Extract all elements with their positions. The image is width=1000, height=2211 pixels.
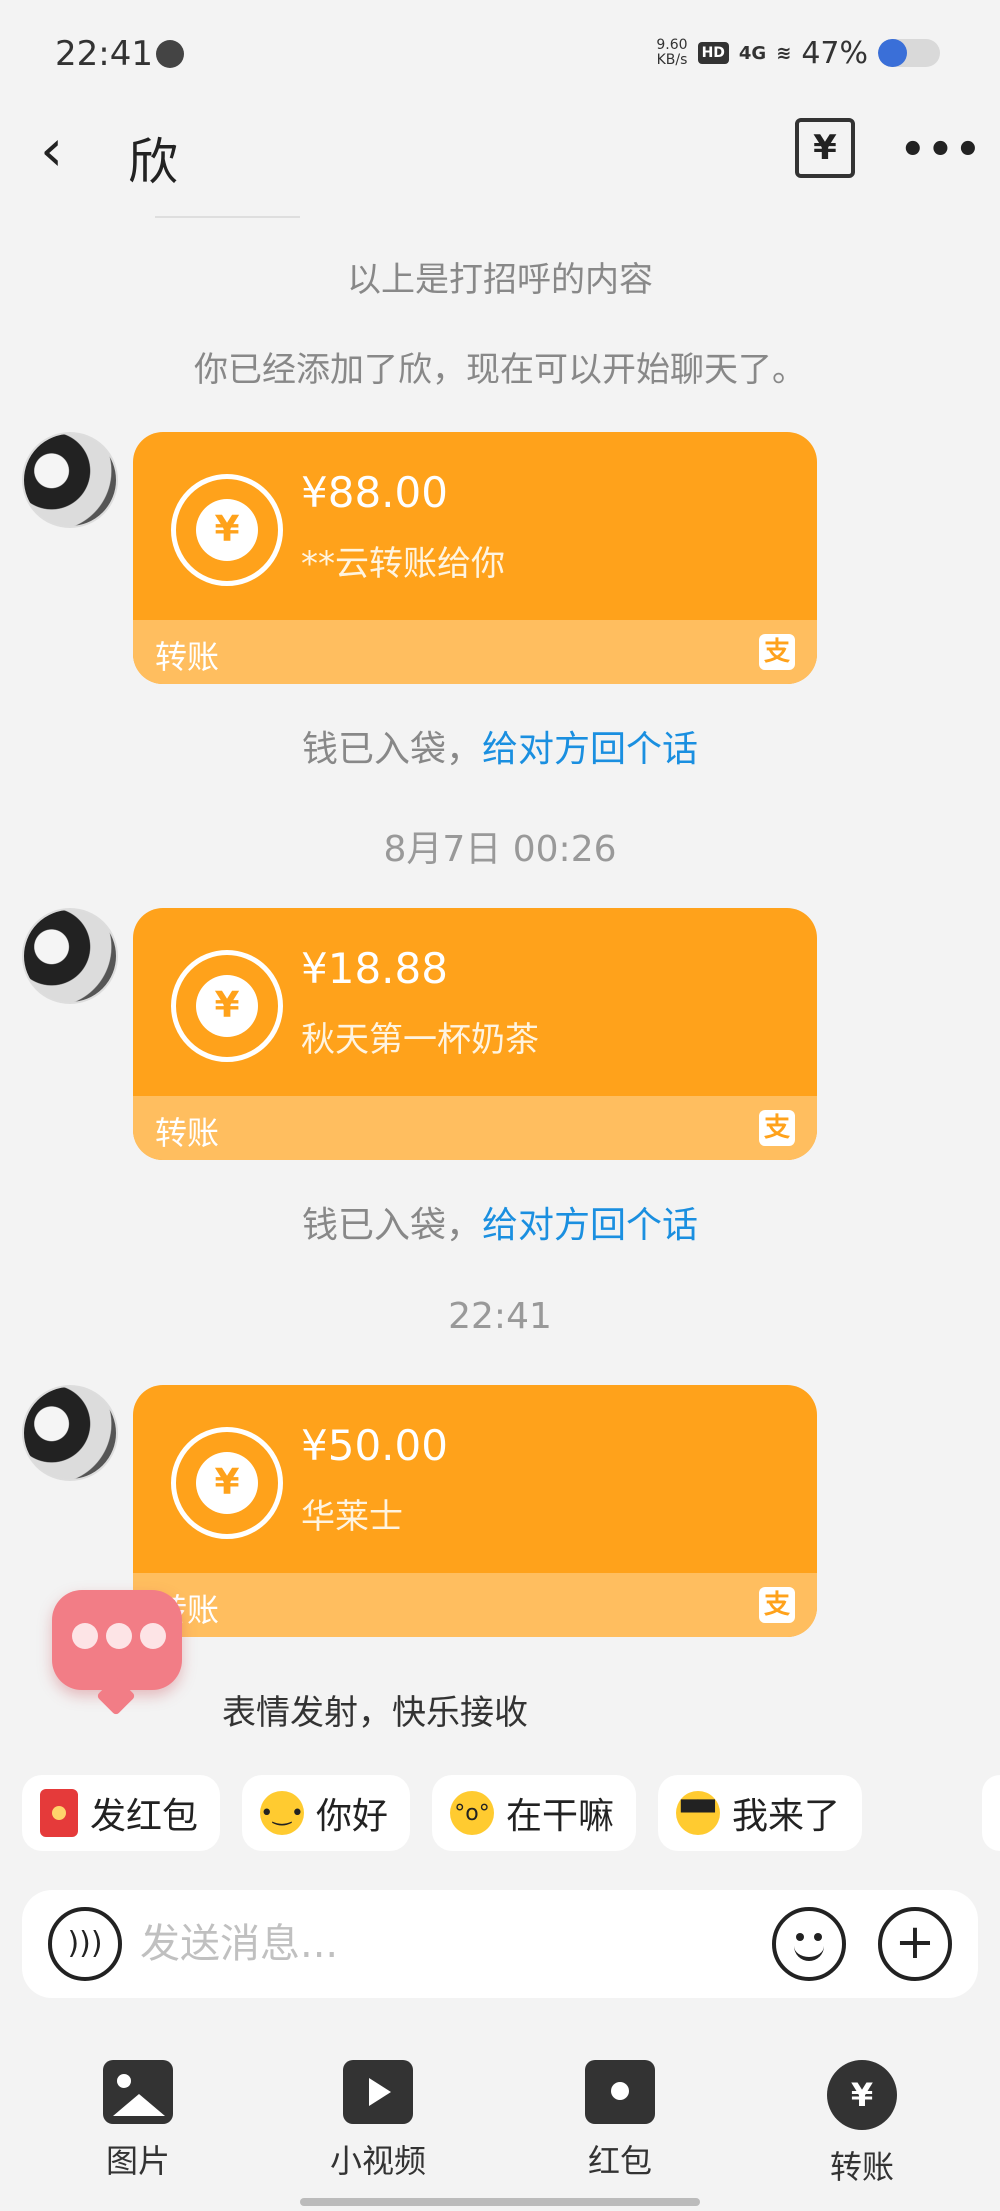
toolbar-transfer[interactable]: ¥ 转账: [792, 2060, 932, 2188]
toolbar-red-packet[interactable]: 红包: [550, 2060, 690, 2182]
more-button[interactable]: •••: [900, 120, 981, 180]
transfer-coin-icon: ¥: [171, 474, 283, 586]
added-note: 你已经添加了欣，现在可以开始聊天了。: [194, 350, 806, 390]
emoji-launcher-bubble[interactable]: [52, 1590, 182, 1716]
transfer-memo: 华莱士: [301, 1497, 403, 1537]
red-packet-icon: [40, 1789, 78, 1837]
transfer-amount: ¥50.00: [301, 1421, 448, 1470]
transfer-coin-icon: ¥: [171, 1427, 283, 1539]
image-icon: [103, 2060, 173, 2124]
chip-label: 在干嘛: [506, 1796, 615, 1837]
back-button[interactable]: ‹: [40, 120, 100, 180]
battery-icon: [878, 39, 940, 67]
message-input[interactable]: [140, 1914, 760, 1974]
bubble-tail: [96, 1676, 136, 1716]
avatar[interactable]: [22, 908, 118, 1004]
toolbar-label: 图片: [105, 2142, 170, 2180]
avatar[interactable]: [22, 432, 118, 528]
emoji-eye: [814, 1933, 822, 1941]
chip-label: 我来了: [732, 1796, 841, 1837]
transfer-memo: **云转账给你: [301, 544, 505, 584]
bill-button[interactable]: ¥: [795, 118, 855, 178]
transfer-amount: ¥88.00: [301, 468, 448, 517]
status-time: 22:41: [55, 34, 153, 74]
curious-emoji-icon: °o°: [450, 1791, 495, 1835]
status-bar: 22:41 9.60 KB/s HD 4G ≋ 47%: [0, 0, 1000, 100]
red-packet-icon: [585, 2060, 655, 2124]
card-footer: 转账 支: [133, 1573, 817, 1637]
cool-emoji-icon: ▀▀: [676, 1791, 721, 1835]
network-speed: 9.60 KB/s: [656, 38, 687, 68]
toolbar-label: 红包: [587, 2142, 652, 2180]
transfer-memo: 秋天第一杯奶茶: [301, 1020, 539, 1060]
transfer-card[interactable]: ¥ ¥18.88 秋天第一杯奶茶 转账 支: [133, 908, 817, 1160]
alipay-icon: 支: [759, 634, 795, 670]
reply-link[interactable]: 给对方回个话: [482, 729, 698, 770]
battery-percent: 47%: [801, 35, 868, 71]
receipt-line: 钱已入袋，给对方回个话: [0, 720, 1000, 772]
card-footer: 转账 支: [133, 620, 817, 684]
emoji-tip-text: 表情发射，快乐接收: [222, 1693, 528, 1733]
quick-reply-bar: 发红包 •‿• 你好 °o° 在干嘛 ▀▀ 我来了: [22, 1775, 863, 1851]
quick-reply-chip[interactable]: 发红包: [22, 1775, 221, 1851]
hd-icon: HD: [697, 42, 729, 64]
home-indicator[interactable]: [300, 2198, 700, 2206]
divider: [155, 216, 300, 218]
toolbar-label: 小视频: [329, 2142, 426, 2180]
signal-icon: 4G: [738, 42, 767, 64]
plus-button[interactable]: +: [878, 1907, 952, 1981]
avatar[interactable]: [22, 1385, 118, 1481]
transfer-amount: ¥18.88: [301, 944, 448, 993]
quick-reply-chip[interactable]: °o° 在干嘛: [432, 1775, 637, 1851]
yuan-glyph: ¥: [196, 975, 258, 1037]
quick-reply-chip[interactable]: ▀▀ 我来了: [658, 1775, 863, 1851]
transfer-icon: ¥: [827, 2060, 897, 2130]
toolbar-image[interactable]: 图片: [68, 2060, 208, 2182]
quick-reply-chip-overflow[interactable]: [982, 1775, 1000, 1851]
sync-icon: [156, 40, 184, 68]
voice-button[interactable]: ))): [48, 1907, 122, 1981]
quick-reply-chip[interactable]: •‿• 你好: [242, 1775, 411, 1851]
chat-screen: 22:41 9.60 KB/s HD 4G ≋ 47% ‹ 欣 ¥ ••• 以上…: [0, 0, 1000, 2211]
chip-label: 发红包: [90, 1796, 199, 1837]
receipt-line: 钱已入袋，给对方回个话: [0, 1196, 1000, 1248]
card-footer: 转账 支: [133, 1096, 817, 1160]
speed-value: 9.60: [656, 37, 688, 53]
yuan-glyph: ¥: [196, 1452, 258, 1514]
transfer-card[interactable]: ¥ ¥88.00 **云转账给你 转账 支: [133, 432, 817, 684]
alipay-icon: 支: [759, 1110, 795, 1146]
chip-label: 你好: [316, 1796, 389, 1837]
emoji-button[interactable]: [772, 1907, 846, 1981]
video-icon: [343, 2060, 413, 2124]
typing-dots-icon: [72, 1623, 166, 1649]
timestamp: 22:41: [448, 1296, 552, 1337]
yuan-glyph: ¥: [196, 499, 258, 561]
bottom-toolbar: 图片 小视频 红包 ¥ 转账: [0, 2040, 1000, 2190]
transfer-coin-icon: ¥: [171, 950, 283, 1062]
greeting-note: 以上是打招呼的内容: [347, 260, 653, 300]
emoji-mouth: [794, 1943, 824, 1961]
toolbar-label: 转账: [829, 2148, 894, 2186]
thinking-emoji-icon: •‿•: [260, 1791, 305, 1835]
wifi-icon: ≋: [776, 42, 792, 64]
status-right: 9.60 KB/s HD 4G ≋ 47%: [656, 30, 940, 76]
contact-name: 欣: [128, 133, 178, 191]
chat-header: ‹ 欣 ¥ •••: [0, 100, 1000, 210]
card-footer-label: 转账: [155, 1114, 220, 1152]
battery-fill: [878, 39, 908, 67]
alipay-icon: 支: [759, 1587, 795, 1623]
card-footer-label: 转账: [155, 638, 220, 676]
transfer-card[interactable]: ¥ ¥50.00 华莱士 转账 支: [133, 1385, 817, 1637]
message-input-bar: ))) +: [22, 1890, 978, 1998]
reply-link[interactable]: 给对方回个话: [482, 1205, 698, 1246]
receipt-text: 钱已入袋，: [301, 729, 482, 770]
toolbar-video[interactable]: 小视频: [308, 2060, 448, 2182]
receipt-text: 钱已入袋，: [301, 1205, 482, 1246]
timestamp: 8月7日 00:26: [383, 829, 617, 870]
speed-unit: KB/s: [656, 52, 688, 68]
emoji-eye: [796, 1933, 804, 1941]
